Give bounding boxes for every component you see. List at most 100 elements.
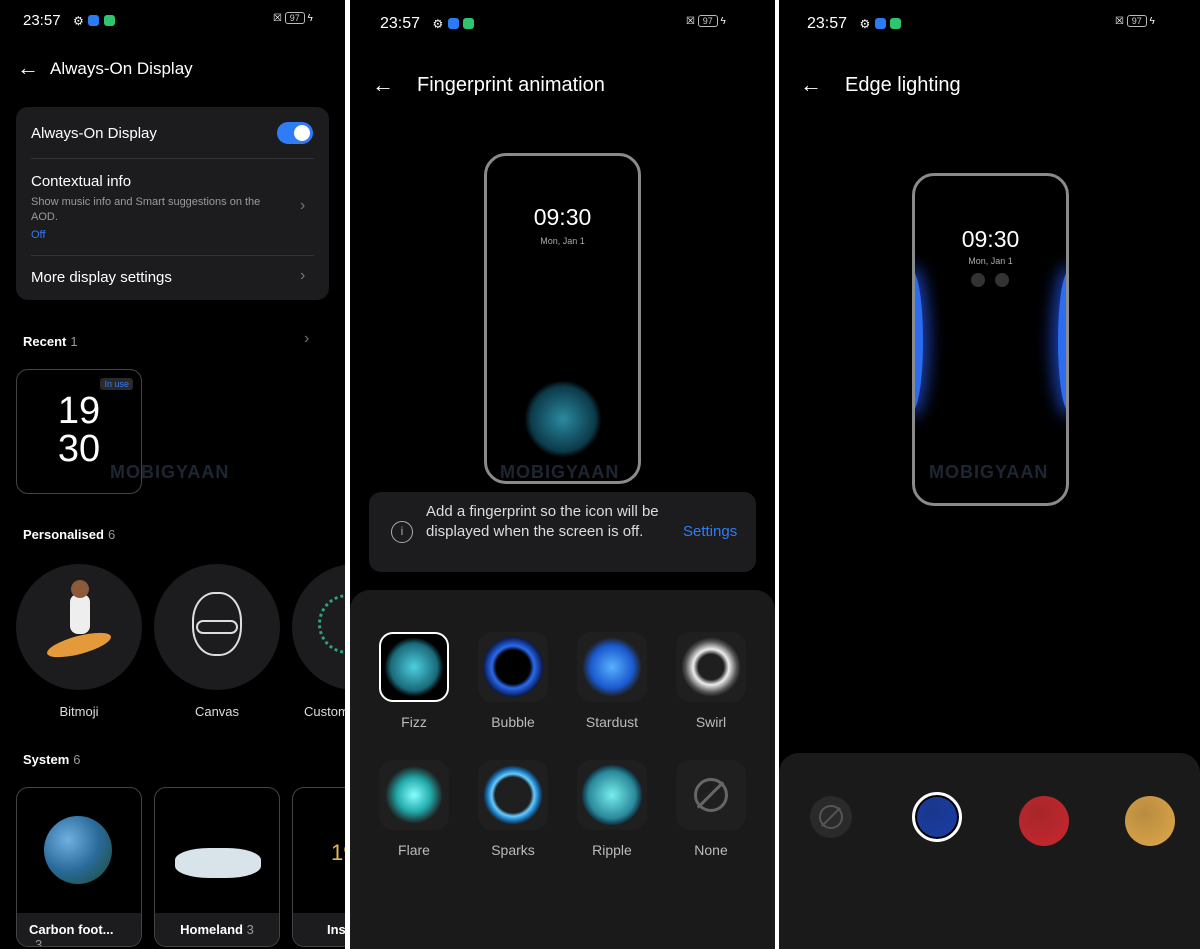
animation-option-fizz[interactable] [379, 632, 449, 702]
tile-clock: 19 30 [57, 390, 101, 470]
page-title: Edge lighting [845, 74, 961, 96]
animation-label: Ripple [592, 842, 632, 858]
polar-bear-image [175, 848, 261, 878]
animation-option-bubble[interactable] [478, 632, 548, 702]
animation-label: Fizz [401, 714, 427, 730]
watermark: MOBIGYAAN [500, 462, 620, 482]
flare-animation-icon [384, 765, 444, 825]
close-box-icon: ☒ [1115, 16, 1124, 27]
edge-glow-right [1058, 271, 1066, 411]
edge-glow-left [915, 271, 923, 411]
system-tile-homeland[interactable]: Homeland 3 [154, 787, 280, 947]
color-picker [779, 753, 1200, 949]
status-right: ☒ 97 ϟ [686, 15, 726, 27]
aod-toggle-label: Always-On Display [31, 125, 157, 142]
stardust-animation-icon [582, 637, 642, 697]
bubble-animation-icon [483, 637, 543, 697]
animation-label: Bubble [491, 714, 535, 730]
sparks-animation-icon [483, 765, 543, 825]
ripple-animation-icon [582, 765, 642, 825]
color-swatch[interactable] [912, 792, 962, 842]
section-personalised: Personalised 6 [23, 527, 116, 542]
status-bar: 23:57 ⚙ [380, 15, 475, 33]
back-button[interactable]: ← [800, 72, 822, 98]
app-icon [447, 18, 459, 30]
section-system: System 6 [23, 752, 81, 767]
watermark: MOBIGYAAN [110, 462, 230, 482]
animation-label: Flare [398, 842, 430, 858]
system-tile-carbon[interactable]: Carbon foot... 3 [16, 787, 142, 947]
edge-lighting-screen: 23:57 ⚙ ☒ 97 ϟ ← Edge lighting 09:30 Mon… [779, 0, 1200, 949]
animation-label: Swirl [695, 714, 727, 730]
no-color-swatch[interactable] [810, 796, 852, 838]
battery-icon: 97 [697, 15, 718, 27]
notification-icon [971, 273, 985, 287]
close-box-icon: ☒ [273, 13, 282, 24]
fizz-animation-preview [525, 381, 601, 457]
fingerprint-animation-screen: 23:57 ⚙ ☒ 97 ϟ ← Fingerprint animation 0… [350, 0, 775, 949]
animation-option-sparks[interactable] [478, 760, 548, 830]
preview-clock: 09:30 [961, 226, 1020, 252]
tile-label: Bitmoji [59, 704, 99, 719]
tile-label: Custom [304, 704, 345, 719]
canvas-tile[interactable] [154, 564, 280, 690]
swirl-animation-icon [681, 637, 741, 697]
notification-icon [995, 273, 1009, 287]
phone-preview: 09:30 Mon, Jan 1 [912, 173, 1069, 506]
preview-date: Mon, Jan 1 [968, 256, 1013, 266]
gear-icon: ⚙ [859, 17, 871, 31]
tile-footer: Carbon foot... 3 [17, 913, 141, 946]
animation-option-ripple[interactable] [577, 760, 647, 830]
aod-toggle[interactable] [277, 122, 313, 144]
fizz-animation-icon [384, 637, 444, 697]
animation-label: Sparks [491, 842, 535, 858]
tile-footer: Ins [293, 913, 345, 946]
animation-option-stardust[interactable] [577, 632, 647, 702]
chevron-right-icon: › [300, 197, 306, 214]
notice-text: Add a fingerprint so the icon will be di… [426, 503, 659, 540]
chevron-right-icon: › [300, 267, 306, 284]
chevron-right-icon[interactable]: › [304, 330, 309, 348]
animation-option-swirl[interactable] [676, 632, 746, 702]
row-value: Off [31, 229, 46, 241]
none-icon [819, 805, 843, 829]
app-icon [103, 15, 115, 27]
gear-icon: ⚙ [73, 14, 84, 28]
status-bar: 23:57 ⚙ [807, 15, 902, 33]
app-icon [88, 15, 100, 27]
back-button[interactable]: ← [17, 55, 39, 81]
gear-icon: ⚙ [432, 17, 444, 31]
preview-clock: 09:30 [533, 204, 592, 230]
animation-option-none[interactable] [676, 760, 746, 830]
tile-clock: 19 [331, 840, 345, 865]
system-tile-ins[interactable]: 19 Ins [292, 787, 345, 947]
more-display-settings-row[interactable]: More display settings › [16, 256, 329, 300]
status-bar: 23:57 ⚙ [23, 12, 115, 30]
custom-tile[interactable] [292, 564, 345, 690]
row-title: More display settings [31, 269, 172, 286]
settings-card: Always-On Display Contextual info Show m… [16, 107, 329, 300]
earth-image [44, 816, 112, 884]
status-right: ☒ 97 ϟ [273, 12, 313, 24]
tile-footer: Homeland 3 [155, 913, 279, 946]
app-icon [890, 18, 902, 30]
settings-link[interactable]: Settings [683, 523, 737, 540]
back-button[interactable]: ← [372, 72, 394, 98]
app-icon [463, 18, 475, 30]
info-icon: i [391, 521, 413, 543]
charging-icon: ϟ [720, 16, 726, 27]
aod-settings-screen: 23:57 ⚙ ☒ 97 ϟ ← Always-On Display Alway… [0, 0, 345, 949]
color-swatch[interactable] [1019, 796, 1069, 846]
animation-option-flare[interactable] [379, 760, 449, 830]
contextual-info-row[interactable]: Contextual info Show music info and Smar… [16, 159, 329, 254]
animation-label: Stardust [585, 714, 639, 730]
phone-preview: 09:30 Mon, Jan 1 [484, 153, 641, 484]
close-box-icon: ☒ [686, 16, 695, 27]
section-recent: Recent 1 [23, 334, 78, 349]
bitmoji-tile[interactable] [16, 564, 142, 690]
in-use-badge: In use [100, 378, 133, 390]
color-swatch[interactable] [1125, 796, 1175, 846]
battery-icon: 97 [1126, 15, 1147, 27]
app-icon [874, 18, 886, 30]
tile-label: Canvas [194, 704, 240, 719]
